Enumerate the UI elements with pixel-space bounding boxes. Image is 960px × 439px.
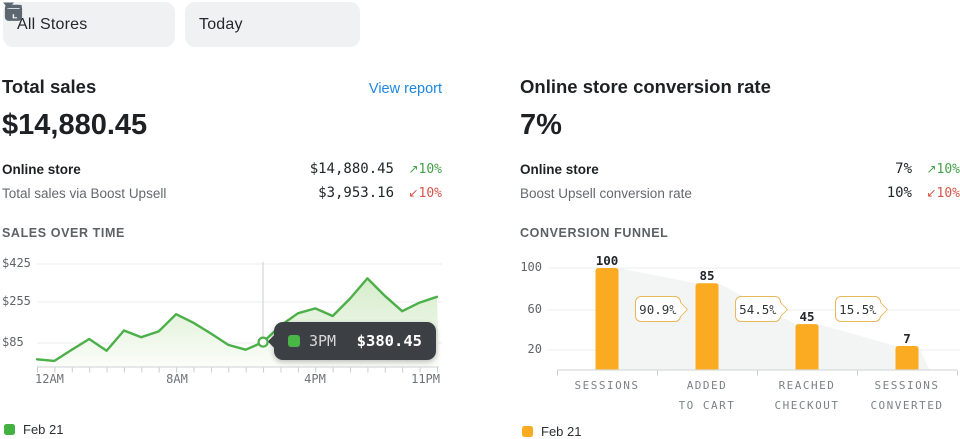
metric-delta-value: 10% <box>419 162 442 177</box>
metric-delta-badge: ↗10% <box>394 162 442 177</box>
conversion-rate-value: 7% <box>520 109 960 142</box>
calendar-icon <box>3 2 24 23</box>
x-axis-tick: 8AM <box>159 372 195 386</box>
filters-toolbar: All Stores Today <box>3 2 360 47</box>
legend-swatch-green <box>4 424 15 435</box>
total-sales-title: Total sales <box>2 76 96 98</box>
view-report-link[interactable]: View report <box>369 81 442 97</box>
category-label-reached-checkout: REACHED CHECKOUT <box>757 376 857 416</box>
total-sales-value: $14,880.45 <box>2 109 442 142</box>
date-filter-button[interactable]: Today <box>185 2 360 47</box>
legend-label: Feb 21 <box>23 422 63 437</box>
metric-row-boost-upsell-sales: Total sales via Boost Upsell $3,953.16 ↙… <box>2 181 442 205</box>
sales-over-time-header: SALES OVER TIME <box>2 226 442 240</box>
store-filter-label: All Stores <box>17 16 87 34</box>
sales-chart-legend: Feb 21 <box>4 422 442 437</box>
x-axis-tick: 12AM <box>35 372 64 386</box>
metric-delta-badge: ↙10% <box>912 186 960 201</box>
metric-label: Total sales via Boost Upsell <box>2 186 166 201</box>
funnel-bar <box>896 346 919 370</box>
conversion-tag: 54.5% <box>735 296 781 322</box>
conversion-metric-rows: Online store 7% ↗10% Boost Upsell conver… <box>520 157 960 205</box>
date-filter-label: Today <box>199 16 243 34</box>
metric-label: Boost Upsell conversion rate <box>520 186 692 201</box>
conversion-tag: 15.5% <box>835 296 881 322</box>
conversion-rate-panel: Online store conversion rate 7% Online s… <box>520 76 960 439</box>
category-label-added-to-cart: ADDED TO CART <box>657 376 757 416</box>
conversion-title: Online store conversion rate <box>520 76 771 98</box>
x-axis-tick: 11PM <box>406 372 440 386</box>
legend-label: Feb 21 <box>541 424 581 439</box>
funnel-chart-legend: Feb 21 <box>522 424 960 439</box>
conversion-funnel-chart[interactable]: 100 60 20 100 85 45 7 90.9% 54.5% 15.5% … <box>520 252 960 417</box>
category-line: SESSIONS <box>857 376 957 396</box>
metric-row-online-store-rate: Online store 7% ↗10% <box>520 157 960 181</box>
arrow-down-left-icon: ↙ <box>926 186 936 200</box>
metric-delta-value: 10% <box>937 162 960 177</box>
sales-metric-rows: Online store $14,880.45 ↗10% Total sales… <box>2 157 442 205</box>
metric-delta-badge: ↗10% <box>912 162 960 177</box>
metric-delta-badge: ↙10% <box>394 186 442 201</box>
category-line: REACHED <box>757 376 857 396</box>
metric-label: Online store <box>2 162 81 177</box>
tooltip-time: 3PM <box>309 332 336 350</box>
chart-tooltip: 3PM $380.45 <box>274 322 436 360</box>
funnel-bar <box>596 268 619 370</box>
metric-delta-value: 10% <box>419 186 442 201</box>
metric-row-online-store: Online store $14,880.45 ↗10% <box>2 157 442 181</box>
arrow-down-left-icon: ↙ <box>408 186 418 200</box>
sales-line-chart[interactable]: $425 $255 $85 12AM 8AM 4PM 11PM <box>2 252 442 392</box>
metric-row-boost-upsell-rate: Boost Upsell conversion rate 10% ↙10% <box>520 181 960 205</box>
metric-label: Online store <box>520 162 599 177</box>
category-line: ADDED <box>657 376 757 396</box>
category-label-sessions: SESSIONS <box>557 376 657 396</box>
conversion-tag: 90.9% <box>635 296 681 322</box>
category-line: CONVERTED <box>857 396 957 416</box>
x-axis-tick: 4PM <box>297 372 333 386</box>
metric-value: 7% <box>895 161 912 177</box>
metric-value: $14,880.45 <box>310 161 394 177</box>
bar-value-label: 7 <box>877 331 937 346</box>
funnel-bar <box>796 324 819 370</box>
legend-swatch-orange <box>522 426 533 437</box>
arrow-up-right-icon: ↗ <box>926 162 936 176</box>
store-filter-button[interactable]: All Stores <box>3 2 175 47</box>
total-sales-panel: Total sales View report $14,880.45 Onlin… <box>2 76 442 437</box>
hovered-point-marker <box>259 338 268 347</box>
arrow-up-right-icon: ↗ <box>408 162 418 176</box>
metric-value: $3,953.16 <box>318 185 394 201</box>
conversion-funnel-header: CONVERSION FUNNEL <box>520 226 960 240</box>
bar-value-label: 85 <box>677 268 737 283</box>
funnel-bar <box>696 283 719 370</box>
category-line: TO CART <box>657 396 757 416</box>
metric-value: 10% <box>887 185 912 201</box>
series-color-swatch <box>288 335 300 347</box>
tooltip-value: $380.45 <box>357 332 422 350</box>
category-line: SESSIONS <box>557 376 657 396</box>
metric-delta-value: 10% <box>937 186 960 201</box>
bar-value-label: 100 <box>577 253 637 268</box>
category-label-sessions-converted: SESSIONS CONVERTED <box>857 376 957 416</box>
category-line: CHECKOUT <box>757 396 857 416</box>
